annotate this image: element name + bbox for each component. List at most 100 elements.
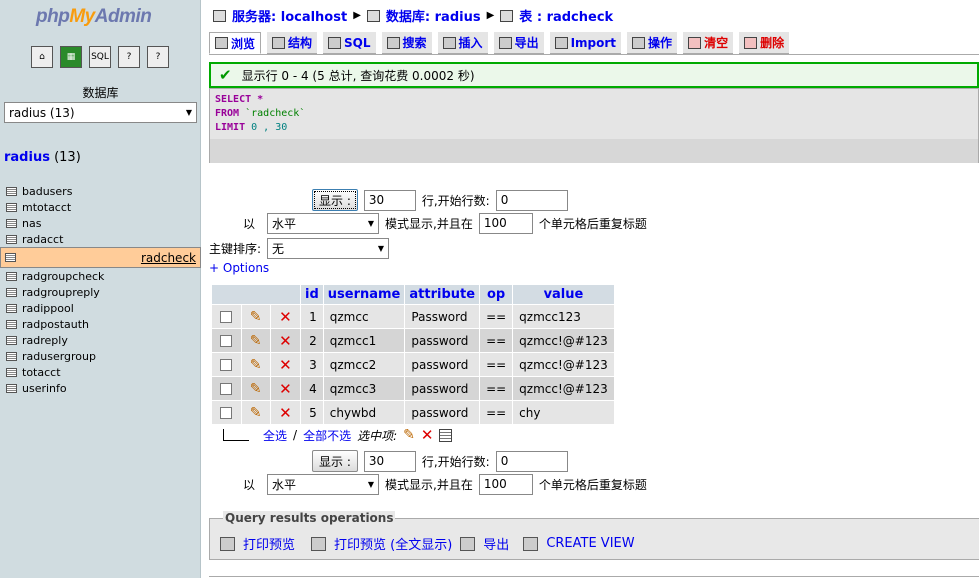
start-input-bottom[interactable]: 0 — [495, 450, 568, 472]
breadcrumb-table[interactable]: 表 : radcheck — [519, 6, 613, 25]
tab-import[interactable]: Import — [549, 32, 622, 54]
start-input-top[interactable]: 0 — [495, 189, 568, 211]
delete-selected-icon[interactable]: ✕ — [421, 426, 434, 444]
row-checkbox[interactable] — [220, 407, 233, 419]
sidebar-table-radpostauth[interactable]: radpostauth — [0, 316, 201, 332]
mode-select-bottom[interactable]: 水平 ▼ — [267, 474, 380, 495]
sidebar-table-badusers[interactable]: badusers — [0, 183, 201, 199]
tab-insert[interactable]: 插入 — [437, 32, 488, 54]
sidebar-table-label[interactable]: totacct — [22, 366, 61, 379]
row-delete-cell[interactable]: ✕ — [270, 377, 300, 400]
sidebar-table-radacct[interactable]: radacct — [0, 231, 201, 247]
tab-empty[interactable]: 清空 — [683, 32, 734, 54]
row-checkbox-cell[interactable] — [212, 353, 241, 376]
table-icon[interactable] — [6, 234, 17, 244]
print-view-link[interactable]: 打印预览 — [243, 534, 295, 553]
sidebar-table-label[interactable]: nas — [22, 217, 41, 230]
delete-icon[interactable]: ✕ — [279, 308, 292, 326]
row-delete-cell[interactable]: ✕ — [270, 305, 300, 328]
row-checkbox-cell[interactable] — [212, 401, 241, 424]
row-checkbox[interactable] — [220, 359, 233, 371]
row-checkbox-cell[interactable] — [212, 377, 241, 400]
create-view-link[interactable]: CREATE VIEW — [546, 536, 634, 551]
delete-icon[interactable]: ✕ — [279, 380, 292, 398]
table-icon[interactable] — [6, 303, 17, 313]
sidebar-table-label[interactable]: radippool — [22, 302, 74, 315]
table-icon[interactable] — [6, 202, 17, 212]
table-icon[interactable] — [6, 186, 17, 196]
sidebar-table-radgroupreply[interactable]: radgroupreply — [0, 284, 201, 300]
repeat-input-top[interactable]: 100 — [478, 213, 533, 234]
row-checkbox[interactable] — [220, 335, 233, 347]
sidebar-table-label[interactable]: radpostauth — [22, 318, 89, 331]
delete-icon[interactable]: ✕ — [279, 332, 292, 350]
sidebar-table-label[interactable]: mtotacct — [22, 201, 71, 214]
table-icon[interactable] — [6, 335, 17, 345]
edit-icon[interactable]: ✎ — [250, 381, 262, 397]
breadcrumb-server[interactable]: 服务器: localhost — [232, 6, 347, 25]
edit-icon[interactable]: ✎ — [250, 309, 262, 325]
delete-icon[interactable]: ✕ — [279, 356, 292, 374]
sidebar-table-radgroupcheck[interactable]: radgroupcheck — [0, 268, 201, 284]
row-edit-cell[interactable]: ✎ — [241, 401, 270, 424]
query-window-icon[interactable]: ▦ — [60, 46, 82, 68]
sidebar-table-label[interactable]: userinfo — [22, 382, 67, 395]
check-all-link[interactable]: 全选 — [263, 427, 287, 444]
table-icon[interactable] — [6, 351, 17, 361]
col-header-value[interactable]: value — [513, 285, 614, 304]
tab-browse[interactable]: 浏览 — [209, 32, 262, 54]
show-button-top[interactable]: 显示 : — [312, 189, 358, 211]
export-link[interactable]: 导出 — [483, 534, 509, 553]
sidebar-table-radippool[interactable]: radippool — [0, 300, 201, 316]
db-select[interactable]: radius (13) ▼ — [4, 102, 197, 123]
table-icon[interactable] — [6, 367, 17, 377]
col-header-id[interactable]: id — [301, 285, 323, 304]
rows-input-bottom[interactable]: 30 — [363, 450, 416, 472]
sidebar-table-label[interactable]: radgroupreply — [22, 286, 100, 299]
sidebar-table-label[interactable]: radacct — [22, 233, 63, 246]
row-edit-cell[interactable]: ✎ — [241, 353, 270, 376]
options-link[interactable]: + Options — [209, 261, 269, 275]
row-delete-cell[interactable]: ✕ — [270, 329, 300, 352]
sidebar-table-nas[interactable]: nas — [0, 215, 201, 231]
sidebar-table-label[interactable]: radcheck — [141, 251, 196, 265]
mode-select-top[interactable]: 水平 ▼ — [267, 213, 380, 234]
show-button-bottom[interactable]: 显示 : — [312, 450, 358, 472]
mysql-docs-icon[interactable]: ? — [147, 46, 169, 68]
sidebar-table-radusergroup[interactable]: radusergroup — [0, 348, 201, 364]
phpmyadmin-logo[interactable]: phpMyAdmin — [36, 6, 152, 28]
sidebar-table-mtotacct[interactable]: mtotacct — [0, 199, 201, 215]
row-checkbox[interactable] — [220, 311, 233, 323]
delete-icon[interactable]: ✕ — [279, 404, 292, 422]
tab-search[interactable]: 搜索 — [381, 32, 432, 54]
col-header-username[interactable]: username — [323, 285, 405, 304]
export-selected-icon[interactable] — [439, 428, 453, 442]
row-edit-cell[interactable]: ✎ — [241, 305, 270, 328]
row-checkbox-cell[interactable] — [212, 329, 241, 352]
table-icon[interactable] — [6, 287, 17, 297]
sidebar-table-label[interactable]: radgroupcheck — [22, 270, 104, 283]
docs-icon[interactable]: ? — [118, 46, 140, 68]
table-icon[interactable] — [6, 271, 17, 281]
tab-drop[interactable]: 删除 — [739, 32, 790, 54]
row-edit-cell[interactable]: ✎ — [241, 329, 270, 352]
home-icon[interactable]: ⌂ — [31, 46, 53, 68]
rows-input-top[interactable]: 30 — [363, 189, 416, 211]
sidebar-table-label[interactable]: radusergroup — [22, 350, 96, 363]
sidebar-table-totacct[interactable]: totacct — [0, 364, 201, 380]
tab-structure[interactable]: 结构 — [267, 32, 318, 54]
table-icon[interactable] — [6, 218, 17, 228]
sql-icon[interactable]: SQL — [89, 46, 111, 68]
table-icon[interactable] — [6, 383, 17, 393]
sidebar-table-radreply[interactable]: radreply — [0, 332, 201, 348]
table-icon[interactable] — [5, 253, 16, 262]
tab-export[interactable]: 导出 — [493, 32, 544, 54]
repeat-input-bottom[interactable]: 100 — [478, 474, 533, 495]
row-delete-cell[interactable]: ✕ — [270, 401, 300, 424]
breadcrumb-db[interactable]: 数据库: radius — [386, 6, 481, 25]
sidebar-table-label[interactable]: badusers — [22, 185, 72, 198]
edit-selected-icon[interactable]: ✎ — [403, 427, 415, 443]
col-header-op[interactable]: op — [480, 285, 513, 304]
db-heading[interactable]: radius (13) — [4, 150, 81, 165]
sort-select[interactable]: 无 ▼ — [267, 238, 390, 259]
